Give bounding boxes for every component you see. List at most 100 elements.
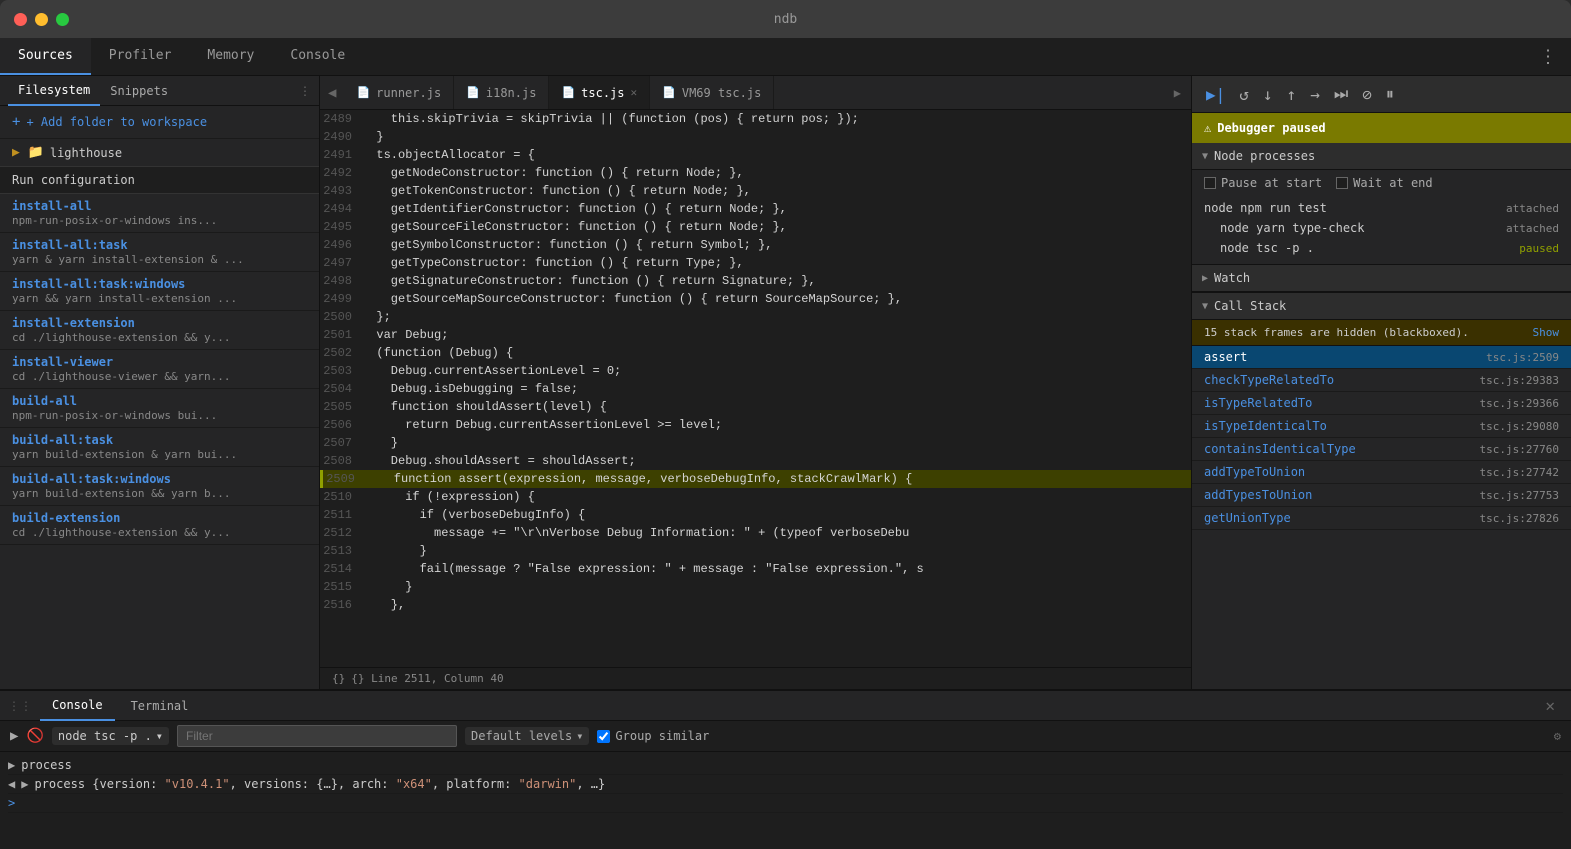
show-blackboxed-link[interactable]: Show <box>1533 326 1560 339</box>
pause-at-start-option[interactable]: Pause at start <box>1204 176 1322 190</box>
group-similar-toggle[interactable]: Group similar <box>597 729 709 743</box>
code-line-2500[interactable]: 2500 }; <box>320 308 1191 326</box>
code-line-2510[interactable]: 2510 if (!expression) { <box>320 488 1191 506</box>
process-tsc[interactable]: node tsc -p . paused <box>1204 238 1559 258</box>
code-line-2515[interactable]: 2515 } <box>320 578 1191 596</box>
console-line-process[interactable]: ▶ process <box>8 756 1563 775</box>
group-similar-checkbox[interactable] <box>597 730 610 743</box>
process-yarn-type-check[interactable]: node yarn type-check attached <box>1204 218 1559 238</box>
code-line-2496[interactable]: 2496 getSymbolConstructor: function () {… <box>320 236 1191 254</box>
code-line-2501[interactable]: 2501 var Debug; <box>320 326 1191 344</box>
close-console-button[interactable]: ✕ <box>1537 696 1563 715</box>
code-line-2514[interactable]: 2514 fail(message ? "False expression: "… <box>320 560 1191 578</box>
resume-button[interactable]: ▶| <box>1202 83 1229 106</box>
add-folder-button[interactable]: + + Add folder to workspace <box>0 106 319 139</box>
wait-at-end-checkbox[interactable] <box>1336 177 1348 189</box>
console-tab-console[interactable]: Console <box>40 691 115 721</box>
code-line-2516[interactable]: 2516 }, <box>320 596 1191 614</box>
lighthouse-folder[interactable]: ▶ 📁 lighthouse <box>0 139 319 166</box>
console-prompt[interactable]: > <box>8 794 1563 813</box>
code-line-2492[interactable]: 2492 getNodeConstructor: function () { r… <box>320 164 1191 182</box>
tab-memory[interactable]: Memory <box>189 38 272 75</box>
expand-icon[interactable]: ▶ <box>8 758 15 772</box>
code-line-2490[interactable]: 2490 } <box>320 128 1191 146</box>
console-line-process-obj[interactable]: ◀ ▶ process {version: "v10.4.1", version… <box>8 775 1563 794</box>
console-settings-icon[interactable]: ⚙ <box>1554 729 1561 743</box>
step-over-button[interactable]: ↺ <box>1235 83 1253 106</box>
process-npm-run-test[interactable]: node npm run test attached <box>1204 198 1559 218</box>
continue-to-here-button[interactable]: ⏭ <box>1330 82 1352 106</box>
step-button[interactable]: → <box>1306 83 1324 106</box>
code-line-2504[interactable]: 2504 Debug.isDebugging = false; <box>320 380 1191 398</box>
deactivate-breakpoints-button[interactable]: ⊘ <box>1358 83 1376 106</box>
tab-profiler[interactable]: Profiler <box>91 38 190 75</box>
log-levels-selector[interactable]: Default levels ▾ <box>465 727 589 745</box>
call-stack-header[interactable]: ▼ Call Stack <box>1192 293 1571 320</box>
run-item-install-all[interactable]: install-all npm-run-posix-or-windows ins… <box>0 194 319 233</box>
editor-run-button[interactable]: ▶ <box>1164 76 1191 109</box>
console-filter-input[interactable] <box>177 725 457 747</box>
context-selector[interactable]: node tsc -p . ▾ <box>52 727 169 745</box>
code-line-2498[interactable]: 2498 getSignatureConstructor: function (… <box>320 272 1191 290</box>
run-item-install-extension[interactable]: install-extension cd ./lighthouse-extens… <box>0 311 319 350</box>
drag-handle-icon[interactable]: ⋮⋮ <box>8 699 32 713</box>
editor-tab-tsc[interactable]: 📄 tsc.js ✕ <box>549 76 650 109</box>
collapse-icon[interactable]: ◀ <box>8 777 15 791</box>
code-line-2513[interactable]: 2513 } <box>320 542 1191 560</box>
pause-at-start-checkbox[interactable] <box>1204 177 1216 189</box>
pause-button[interactable]: ⏸ <box>1382 82 1398 106</box>
stack-frame-assert[interactable]: assert tsc.js:2509 <box>1192 346 1571 369</box>
code-line-2506[interactable]: 2506 return Debug.currentAssertionLevel … <box>320 416 1191 434</box>
code-line-2495[interactable]: 2495 getSourceFileConstructor: function … <box>320 218 1191 236</box>
code-line-2491[interactable]: 2491 ts.objectAllocator = { <box>320 146 1191 164</box>
code-line-2507[interactable]: 2507 } <box>320 434 1191 452</box>
editor-nav-controls[interactable]: ◀ <box>320 76 344 109</box>
console-tab-terminal[interactable]: Terminal <box>119 691 201 721</box>
stack-frame-getUnionType[interactable]: getUnionType tsc.js:27826 <box>1192 507 1571 530</box>
editor-tab-i18n[interactable]: 📄 i18n.js <box>454 76 549 109</box>
run-item-install-viewer[interactable]: install-viewer cd ./lighthouse-viewer &&… <box>0 350 319 389</box>
run-item-build-all-task-windows[interactable]: build-all:task:windows yarn build-extens… <box>0 467 319 506</box>
run-item-build-extension[interactable]: build-extension cd ./lighthouse-extensio… <box>0 506 319 545</box>
stack-frame-isTypeRelatedTo[interactable]: isTypeRelatedTo tsc.js:29366 <box>1192 392 1571 415</box>
sidebar-tab-filesystem[interactable]: Filesystem <box>8 76 100 106</box>
watch-header[interactable]: ▶ Watch <box>1192 265 1571 292</box>
code-line-2512[interactable]: 2512 message += "\r\nVerbose Debug Infor… <box>320 524 1191 542</box>
step-out-button[interactable]: ↑ <box>1283 83 1301 106</box>
tab-console[interactable]: Console <box>272 38 363 75</box>
stack-frame-isTypeIdenticalTo[interactable]: isTypeIdenticalTo tsc.js:29080 <box>1192 415 1571 438</box>
code-line-2509[interactable]: 2509 function assert(expression, message… <box>320 470 1191 488</box>
code-line-2499[interactable]: 2499 getSourceMapSourceConstructor: func… <box>320 290 1191 308</box>
code-line-2511[interactable]: 2511 if (verboseDebugInfo) { <box>320 506 1191 524</box>
execute-script-icon[interactable]: ▶ <box>10 728 18 744</box>
wait-at-end-option[interactable]: Wait at end <box>1336 176 1432 190</box>
editor-tab-runner[interactable]: 📄 runner.js <box>344 76 454 109</box>
code-line-2502[interactable]: 2502 (function (Debug) { <box>320 344 1191 362</box>
expand-nested-icon[interactable]: ▶ <box>21 777 28 791</box>
code-editor[interactable]: 2489 this.skipTrivia = skipTrivia || (fu… <box>320 110 1191 667</box>
clear-messages-icon[interactable]: 🚫 <box>26 728 43 744</box>
code-line-2494[interactable]: 2494 getIdentifierConstructor: function … <box>320 200 1191 218</box>
code-line-2505[interactable]: 2505 function shouldAssert(level) { <box>320 398 1191 416</box>
run-item-install-all-task-windows[interactable]: install-all:task:windows yarn && yarn in… <box>0 272 319 311</box>
stack-frame-containsIdenticalType[interactable]: containsIdenticalType tsc.js:27760 <box>1192 438 1571 461</box>
sidebar-tab-snippets[interactable]: Snippets <box>100 76 178 106</box>
run-item-build-all-task[interactable]: build-all:task yarn build-extension & ya… <box>0 428 319 467</box>
close-tab-icon[interactable]: ✕ <box>631 86 638 99</box>
minimize-button[interactable] <box>35 13 48 26</box>
stack-frame-checkTypeRelatedTo[interactable]: checkTypeRelatedTo tsc.js:29383 <box>1192 369 1571 392</box>
editor-tab-vm69[interactable]: 📄 VM69 tsc.js <box>650 76 774 109</box>
stack-frame-addTypeToUnion[interactable]: addTypeToUnion tsc.js:27742 <box>1192 461 1571 484</box>
code-line-2493[interactable]: 2493 getTokenConstructor: function () { … <box>320 182 1191 200</box>
code-line-2503[interactable]: 2503 Debug.currentAssertionLevel = 0; <box>320 362 1191 380</box>
stack-frame-addTypesToUnion[interactable]: addTypesToUnion tsc.js:27753 <box>1192 484 1571 507</box>
code-line-2489[interactable]: 2489 this.skipTrivia = skipTrivia || (fu… <box>320 110 1191 128</box>
sidebar-more-icon[interactable]: ⋮ <box>299 84 311 98</box>
tab-sources[interactable]: Sources <box>0 38 91 75</box>
node-processes-header[interactable]: ▼ Node processes <box>1192 143 1571 170</box>
close-button[interactable] <box>14 13 27 26</box>
maximize-button[interactable] <box>56 13 69 26</box>
run-item-build-all[interactable]: build-all npm-run-posix-or-windows bui..… <box>0 389 319 428</box>
step-into-button[interactable]: ↓ <box>1259 83 1277 106</box>
run-item-install-all-task[interactable]: install-all:task yarn & yarn install-ext… <box>0 233 319 272</box>
